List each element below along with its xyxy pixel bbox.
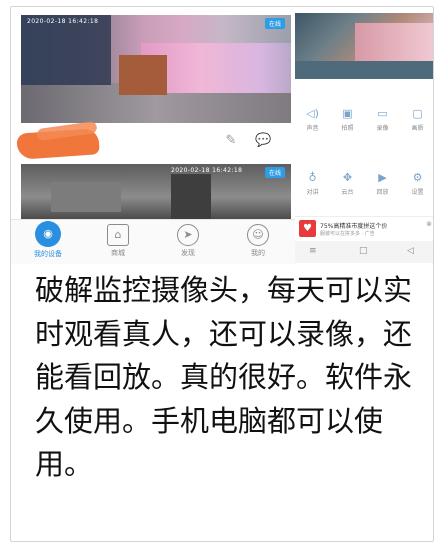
control-ptz[interactable]: ✥ 云台: [330, 169, 365, 209]
home-icon[interactable]: □: [359, 246, 368, 256]
ad-subtitle: 服装可以在拼多多 · 广告: [320, 231, 375, 237]
feed-figure: [171, 174, 211, 219]
ad-logo-icon: ♥: [299, 220, 316, 237]
camera-feed-1[interactable]: 2020-02-18 16:42:18 在线: [21, 15, 291, 123]
feed-bed: [355, 23, 433, 63]
control-sound[interactable]: ◁) 声音: [295, 105, 330, 145]
back-icon[interactable]: ◁: [407, 246, 414, 256]
control-label: 设置: [411, 189, 424, 196]
camera-icon: ◉: [35, 221, 61, 247]
feed-shadow: [21, 15, 111, 85]
control-label: 回放: [376, 189, 389, 196]
feed-timestamp: 2020-02-18 16:42:18: [171, 167, 243, 174]
feed-cabinet: [119, 55, 167, 95]
user-icon: ☺: [247, 224, 269, 246]
online-badge: 在线: [264, 167, 285, 178]
tab-label: 我的设备: [34, 250, 62, 258]
control-talk[interactable]: ♁ 对讲: [295, 169, 330, 209]
left-app-screenshot: 2020-02-18 16:42:18 在线 ✎ 💬 2020-02-18 16…: [11, 7, 295, 264]
compass-icon: ➤: [177, 224, 199, 246]
control-label: 声音: [306, 125, 319, 132]
microphone-icon: ♁: [308, 171, 317, 184]
control-label: 录像: [376, 125, 389, 132]
comment-icon[interactable]: 💬: [255, 133, 271, 149]
direction-pad-icon: ✥: [342, 171, 353, 184]
control-quality[interactable]: ▢ 画质: [400, 105, 433, 145]
control-label: 对讲: [306, 189, 319, 196]
tab-label: 商城: [111, 249, 125, 257]
edit-icon[interactable]: ✎: [223, 133, 239, 149]
control-settings[interactable]: ⚙ 设置: [400, 169, 433, 209]
feed-floor: [295, 61, 433, 79]
feed-timestamp: 2020-02-18 16:42:18: [27, 18, 99, 25]
control-record[interactable]: ▭ 录像: [365, 105, 400, 145]
camera-icon: ▣: [342, 107, 353, 120]
tab-mall[interactable]: ⌂ 商城: [83, 220, 153, 264]
tab-my-devices[interactable]: ◉ 我的设备: [13, 220, 83, 264]
control-snapshot[interactable]: ▣ 拍照: [330, 105, 365, 145]
caption-text: 破解监控摄像头，每天可以实时观看真人，还可以录像，还能看回放。真的很好。软件永久…: [35, 273, 413, 481]
camera-feed-2[interactable]: 2020-02-18 16:42:18 在线: [21, 164, 291, 219]
tab-me[interactable]: ☺ 我的: [223, 220, 293, 264]
playback-icon: ▶: [378, 171, 387, 184]
gear-icon: ⚙: [412, 171, 423, 184]
ad-title: 75%高精准市度拼这个价: [320, 223, 388, 230]
system-nav-bar: ≡ □ ◁: [295, 241, 433, 263]
control-label: 画质: [411, 125, 424, 132]
menu-icon[interactable]: ≡: [309, 246, 317, 256]
tab-discover[interactable]: ➤ 发现: [153, 220, 223, 264]
screenshot-frame: 2020-02-18 16:42:18 在线 ✎ 💬 2020-02-18 16…: [10, 6, 434, 542]
bottom-tab-bar: ◉ 我的设备 ⌂ 商城 ➤ 发现 ☺ 我的: [11, 219, 295, 264]
tab-label: 我的: [251, 249, 265, 257]
control-label: 云台: [341, 189, 354, 196]
monitor-icon: ▢: [412, 107, 423, 120]
online-badge: 在线: [264, 18, 285, 29]
shopping-bag-icon: ⌂: [107, 224, 129, 246]
ad-banner[interactable]: ♥ 75%高精准市度拼这个价 服装可以在拼多多 · 广告 ⊗: [295, 216, 433, 241]
tab-label: 发现: [181, 249, 195, 257]
right-app-screenshot: ◁) 声音 ▣ 拍照 ▭ 录像 ▢ 画质 ♁ 对讲 ✥ 云台 ▶ 回放 ⚙ 设置: [295, 7, 433, 263]
close-icon[interactable]: ⊗: [426, 220, 432, 228]
video-icon: ▭: [377, 107, 388, 120]
speaker-icon: ◁): [306, 107, 319, 120]
feed-shelf: [51, 182, 121, 212]
camera-feed-3[interactable]: [295, 13, 433, 79]
control-playback[interactable]: ▶ 回放: [365, 169, 400, 209]
control-label: 拍照: [341, 125, 354, 132]
